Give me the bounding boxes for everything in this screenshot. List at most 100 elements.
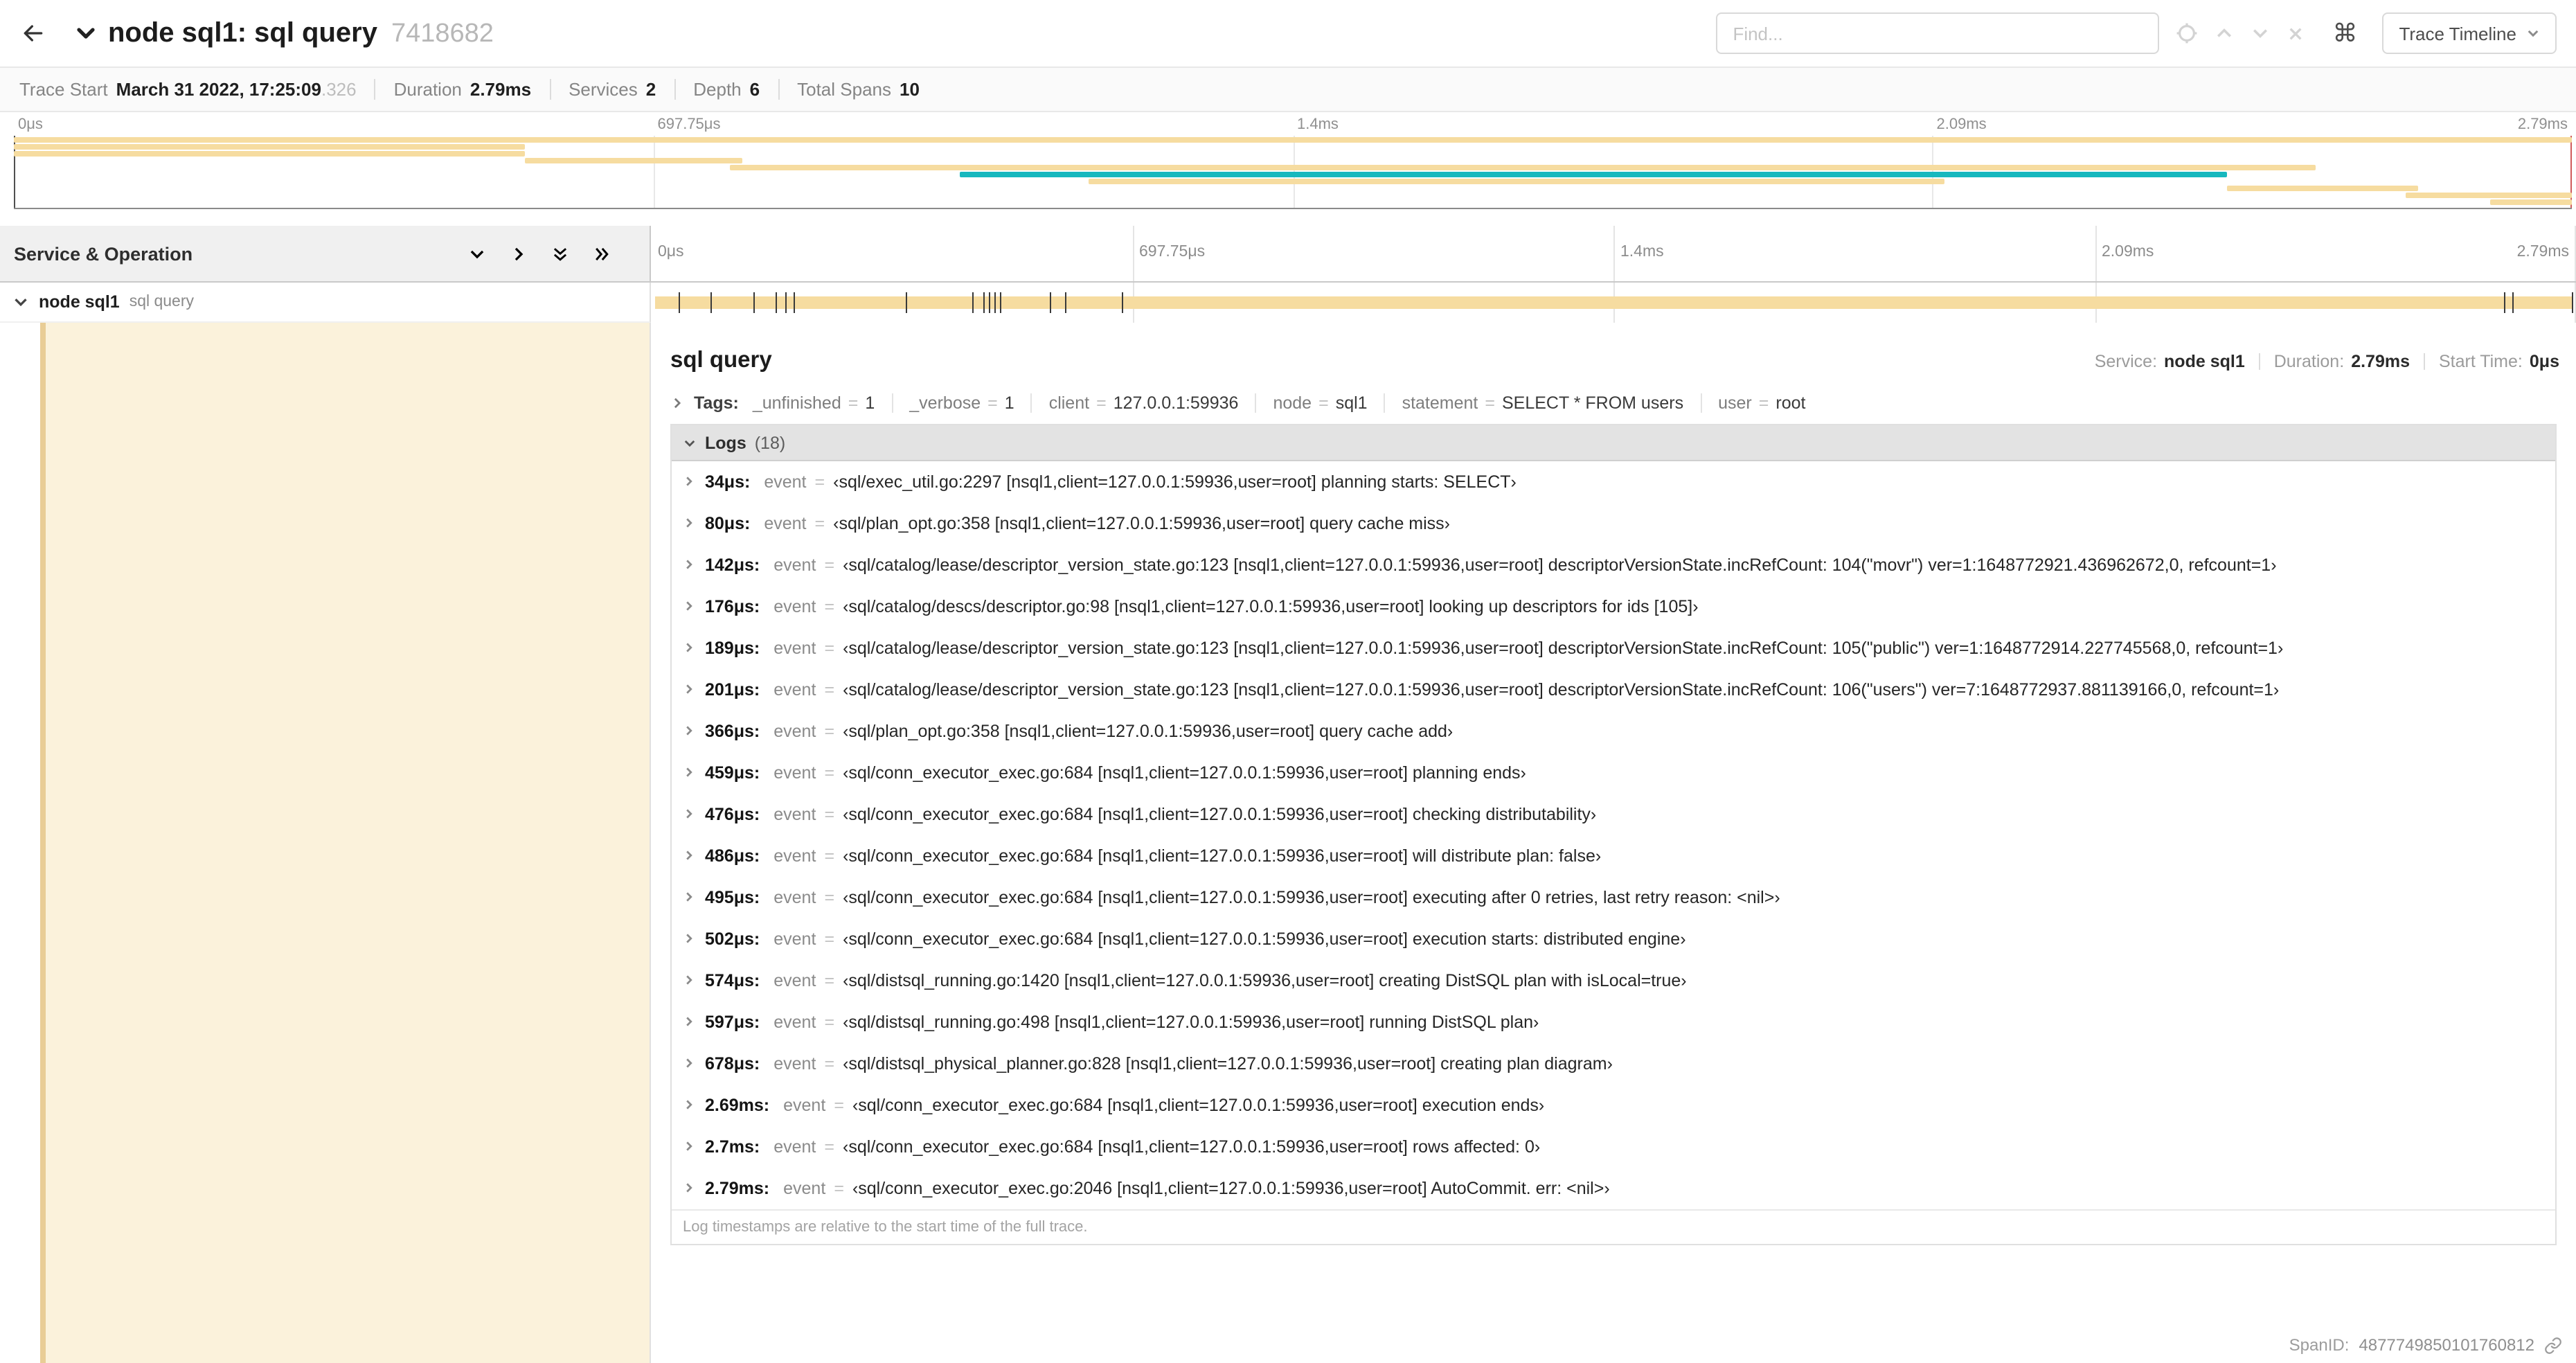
focus-match-button[interactable] xyxy=(2176,22,2198,44)
logs-count: (18) xyxy=(754,433,786,452)
log-event-value: ‹sql/conn_executor_exec.go:684 [nsql1,cl… xyxy=(843,763,1526,783)
span-detail-panel: sql query Service: node sql1 Duration: 2… xyxy=(651,323,2576,1363)
ruler-tick-label: 697.75μs xyxy=(1139,244,1206,260)
tag-value: root xyxy=(1776,393,1806,413)
log-row[interactable]: 189μs: event = ‹sql/catalog/lease/descri… xyxy=(672,627,2555,669)
log-timestamp: 176μs: xyxy=(705,597,760,616)
trace-title: node sql1: sql query xyxy=(108,17,377,48)
collapse-trace-header-button[interactable] xyxy=(75,22,97,44)
back-button[interactable] xyxy=(19,19,47,47)
log-row[interactable]: 2.69ms: event = ‹sql/conn_executor_exec.… xyxy=(672,1085,2555,1126)
log-row[interactable]: 502μs: event = ‹sql/conn_executor_exec.g… xyxy=(672,918,2555,960)
expand-one-button[interactable] xyxy=(468,244,486,262)
log-row[interactable]: 486μs: event = ‹sql/conn_executor_exec.g… xyxy=(672,835,2555,877)
span-id-row: SpanID: 4877749850101760812 xyxy=(2275,1324,2576,1363)
span-name-cell[interactable]: node sql1 sql query xyxy=(0,283,651,323)
chevron-up-icon xyxy=(2217,28,2232,37)
log-equals: = xyxy=(834,1096,844,1115)
log-row[interactable]: 34μs: event = ‹sql/exec_util.go:2297 [ns… xyxy=(672,461,2555,503)
gridline xyxy=(1613,226,1615,281)
log-event-value: ‹sql/conn_executor_exec.go:684 [nsql1,cl… xyxy=(843,888,1780,907)
log-row[interactable]: 366μs: event = ‹sql/plan_opt.go:358 [nsq… xyxy=(672,711,2555,752)
chevron-down-icon xyxy=(2253,29,2268,38)
span-timeline-cell[interactable] xyxy=(651,283,2576,323)
log-row[interactable]: 142μs: event = ‹sql/catalog/lease/descri… xyxy=(672,544,2555,586)
find-input[interactable] xyxy=(1716,12,2160,54)
selected-span-highlight xyxy=(40,323,650,1363)
tag-pair: client = 127.0.0.1:59936 xyxy=(1030,393,1255,413)
close-icon xyxy=(2289,27,2302,39)
log-row[interactable]: 495μs: event = ‹sql/conn_executor_exec.g… xyxy=(672,877,2555,918)
span-expander-button[interactable] xyxy=(12,294,29,310)
gridline xyxy=(2095,226,2096,281)
log-event-tick xyxy=(785,292,787,313)
minimap-span-bar xyxy=(2405,193,2572,198)
logs-header[interactable]: Logs (18) xyxy=(672,425,2555,461)
log-row[interactable]: 176μs: event = ‹sql/catalog/descs/descri… xyxy=(672,586,2555,627)
log-event-key: event xyxy=(773,1137,816,1157)
minimap-tick-label: 0μs xyxy=(18,116,43,133)
log-event-key: event xyxy=(773,1013,816,1032)
chevron-right-icon xyxy=(686,1100,692,1110)
log-equals: = xyxy=(824,971,835,990)
log-event-value: ‹sql/catalog/lease/descriptor_version_st… xyxy=(843,639,2284,658)
command-icon: ⌘ xyxy=(2332,19,2358,48)
log-event-value: ‹sql/exec_util.go:2297 [nsql1,client=127… xyxy=(833,472,1517,492)
log-row[interactable]: 2.7ms: event = ‹sql/conn_executor_exec.g… xyxy=(672,1126,2555,1168)
chevron-down-icon xyxy=(15,299,27,307)
log-row[interactable]: 459μs: event = ‹sql/conn_executor_exec.g… xyxy=(672,752,2555,794)
span-row[interactable]: node sql1 sql query xyxy=(0,283,2576,323)
start-time-value: 0μs xyxy=(2529,352,2559,371)
log-event-key: event xyxy=(773,1054,816,1074)
tag-value: 1 xyxy=(865,393,875,413)
chevron-right-icon xyxy=(686,1183,692,1193)
log-event-tick xyxy=(994,292,996,313)
next-result-button[interactable] xyxy=(2251,24,2270,43)
duration-item: Duration 2.79ms xyxy=(374,79,531,100)
divider xyxy=(2424,353,2425,370)
collapse-all-button[interactable] xyxy=(593,244,611,262)
log-row[interactable]: 574μs: event = ‹sql/distsql_running.go:1… xyxy=(672,960,2555,1001)
log-timestamp: 142μs: xyxy=(705,555,760,575)
gridline xyxy=(1132,226,1134,281)
chevron-right-icon xyxy=(686,975,692,985)
log-row[interactable]: 201μs: event = ‹sql/catalog/lease/descri… xyxy=(672,669,2555,711)
prev-result-button[interactable] xyxy=(2215,24,2234,43)
chevron-right-icon xyxy=(686,726,692,736)
log-row[interactable]: 80μs: event = ‹sql/plan_opt.go:358 [nsql… xyxy=(672,503,2555,544)
log-event-tick xyxy=(1050,292,1052,313)
collapse-one-button[interactable] xyxy=(510,244,528,262)
log-row[interactable]: 597μs: event = ‹sql/distsql_running.go:4… xyxy=(672,1001,2555,1043)
minimap-span-bar xyxy=(14,144,526,150)
log-event-tick xyxy=(678,292,680,313)
log-event-key: event xyxy=(773,929,816,949)
log-event-tick xyxy=(1000,292,1002,313)
log-event-key: event xyxy=(773,597,816,616)
log-equals: = xyxy=(824,639,835,658)
log-event-key: event xyxy=(773,763,816,783)
tag-equals: = xyxy=(987,393,998,413)
keyboard-shortcuts-button[interactable]: ⌘ xyxy=(2332,19,2357,48)
trace-page: node sql1: sql query 7418682 ⌘ Trace Tim… xyxy=(0,0,2576,1363)
tag-key: node xyxy=(1273,393,1312,413)
log-row[interactable]: 2.79ms: event = ‹sql/conn_executor_exec.… xyxy=(672,1168,2555,1209)
log-row[interactable]: 678μs: event = ‹sql/distsql_physical_pla… xyxy=(672,1043,2555,1085)
log-timestamp: 366μs: xyxy=(705,722,760,741)
log-event-value: ‹sql/plan_opt.go:358 [nsql1,client=127.0… xyxy=(833,514,1451,533)
clear-find-button[interactable] xyxy=(2287,24,2305,42)
trace-minimap[interactable] xyxy=(14,136,2572,209)
copy-link-button[interactable] xyxy=(2544,1336,2562,1354)
expand-all-button[interactable] xyxy=(551,244,569,262)
arrow-left-icon xyxy=(24,25,43,42)
log-timestamp: 80μs: xyxy=(705,514,751,533)
log-row[interactable]: 476μs: event = ‹sql/conn_executor_exec.g… xyxy=(672,794,2555,835)
timeline-header-row: Service & Operation 0μs 697.75μs 1.4ms 2… xyxy=(0,226,2576,283)
duration-value: 2.79ms xyxy=(2351,352,2410,371)
log-event-tick xyxy=(2512,292,2514,313)
trace-view-dropdown[interactable]: Trace Timeline xyxy=(2382,12,2557,54)
tags-accordion[interactable]: Tags: _unfinished = 1 _verbose = 1 clien… xyxy=(670,393,2557,413)
log-timestamp: 201μs: xyxy=(705,680,760,700)
span-operation-name: sql query xyxy=(129,294,195,310)
total-spans-item: Total Spans 10 xyxy=(778,79,920,100)
log-event-value: ‹sql/conn_executor_exec.go:684 [nsql1,cl… xyxy=(843,1137,1541,1157)
